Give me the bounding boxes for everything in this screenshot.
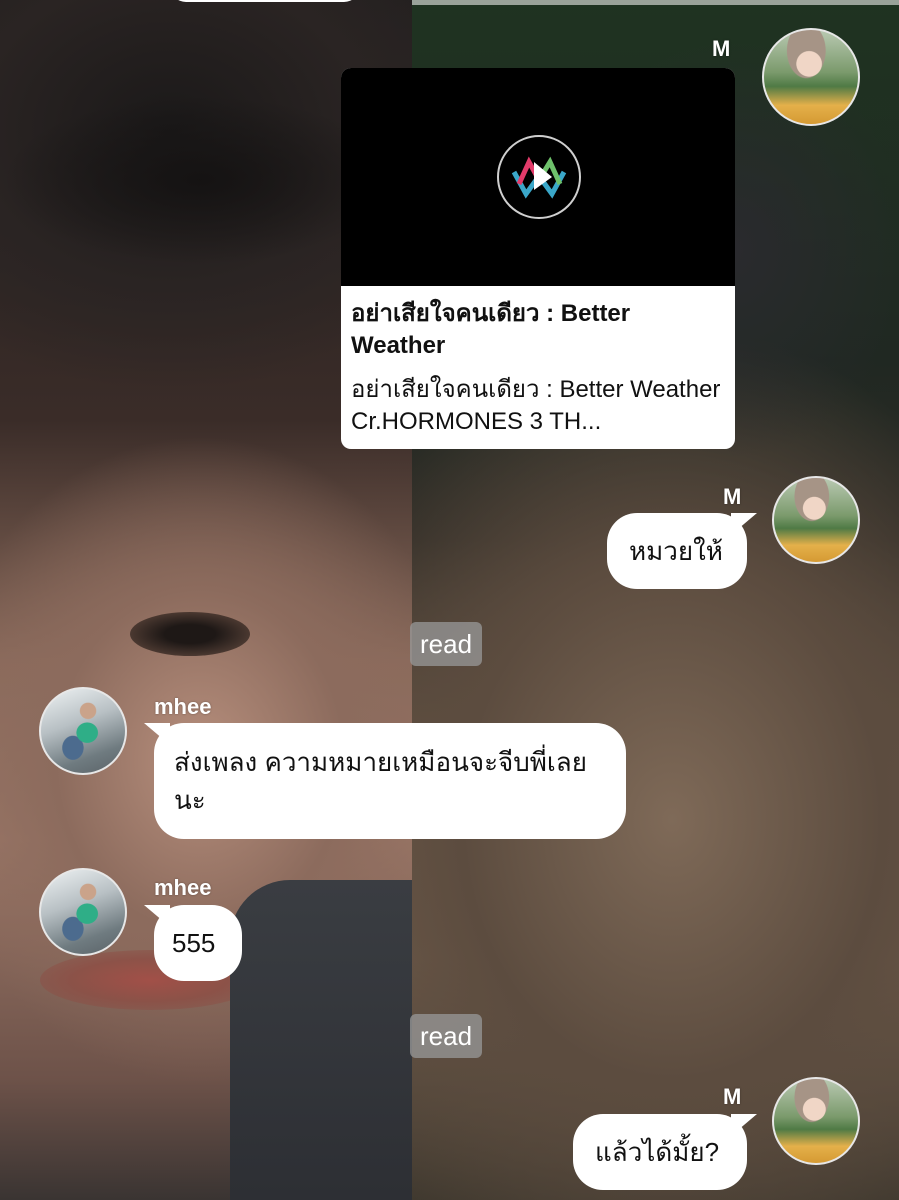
avatar[interactable] (39, 868, 127, 956)
avatar[interactable] (772, 476, 860, 564)
read-status: read (410, 622, 483, 666)
wallpaper-eye (130, 612, 250, 656)
read-status: read (410, 1014, 483, 1058)
message-text: ส่งเพลง ความหมายเหมือนจะจีบพี่เลยนะ (174, 747, 587, 815)
message-bubble[interactable]: 555 (154, 905, 242, 981)
wallpaper-topbar (412, 0, 899, 5)
sender-name: mhee (154, 875, 212, 900)
link-description: อย่าเสียใจคนเดียว : Better Weather Cr.HO… (351, 374, 725, 438)
link-thumbnail[interactable] (341, 68, 735, 286)
sender-name: M (723, 1084, 742, 1109)
avatar[interactable] (39, 687, 127, 775)
avatar[interactable] (762, 28, 860, 126)
link-description-text: อย่าเสียใจคนเดียว : Better Weather Cr.HO… (351, 376, 721, 435)
sender-name: mhee (154, 694, 212, 719)
link-preview-card[interactable]: อย่าเสียใจคนเดียว : Better Weather อย่าเ… (341, 68, 735, 449)
sender-name: M (712, 36, 731, 61)
wallpaper-shirt (230, 880, 430, 1200)
message-text: 555 (172, 928, 216, 958)
avatar[interactable] (772, 1077, 860, 1165)
message-text: แล้วได้มั้ย? (595, 1137, 720, 1167)
message-bubble[interactable]: หมวยให้ (607, 513, 747, 589)
link-title: อย่าเสียใจคนเดียว : Better Weather (351, 300, 631, 359)
sender-name: M (723, 484, 742, 509)
message-bubble[interactable]: แล้วได้มั้ย? (573, 1114, 747, 1190)
message-text: หมวยให้ (629, 536, 723, 566)
message-bubble[interactable]: ส่งเพลง ความหมายเหมือนจะจีบพี่เลยนะ (154, 723, 626, 839)
previous-message-bubble[interactable] (170, 0, 360, 2)
play-logo-icon (497, 135, 581, 219)
